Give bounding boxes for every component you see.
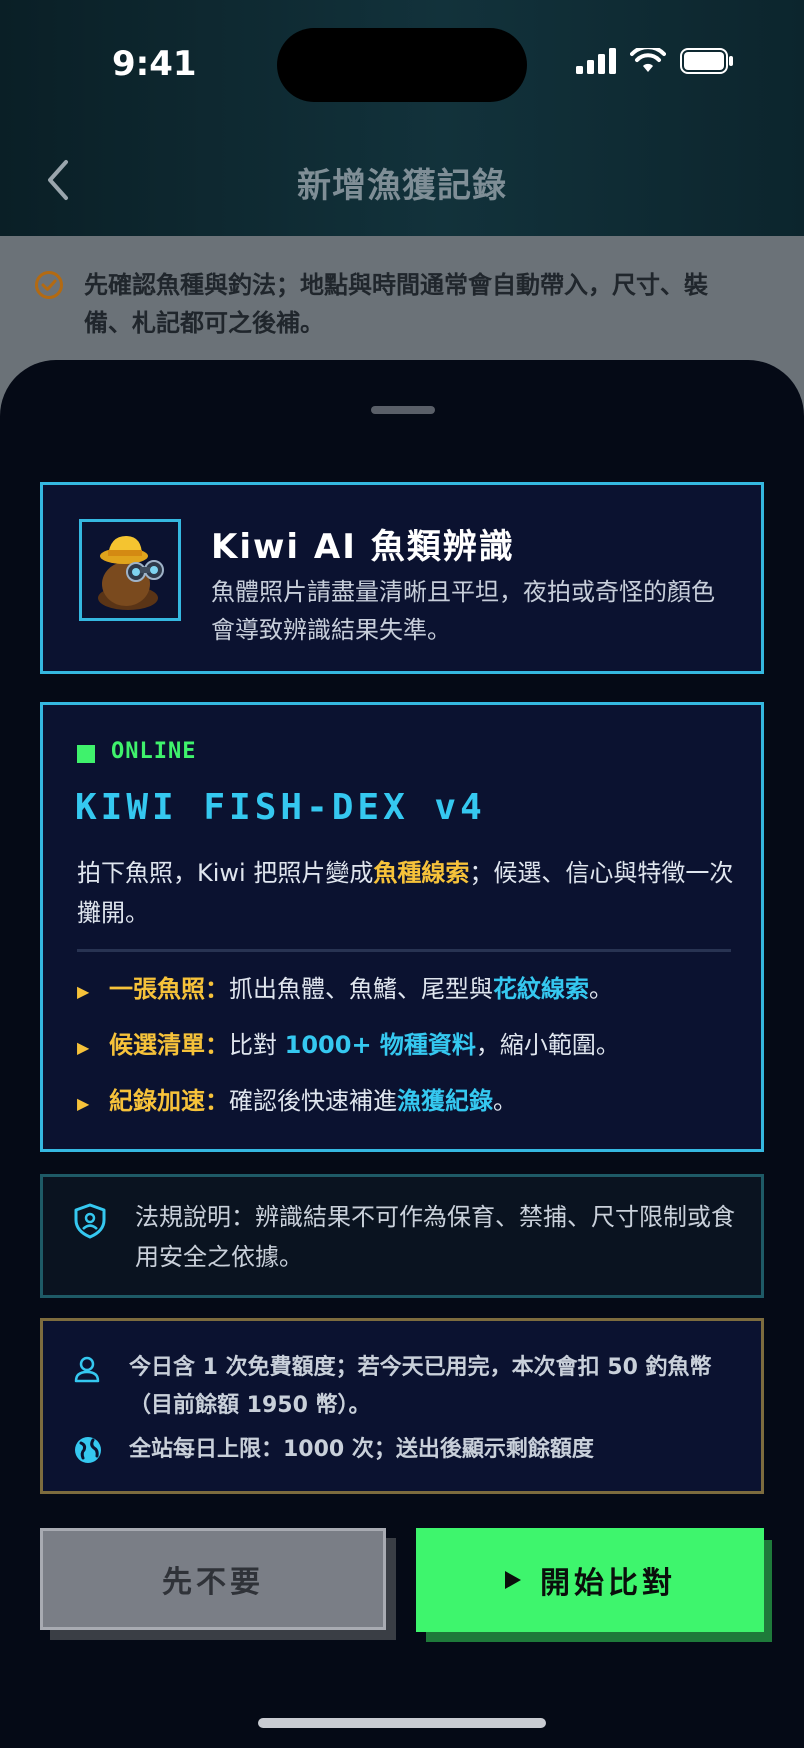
bullet-text: 抓出魚體、魚鰭、尾型與 <box>229 975 493 1003</box>
fish-dex-intro: 拍下魚照，Kiwi 把照片變成魚種線索；候選、信心與特徵一次攤開。 <box>77 853 737 933</box>
bullet-label: 一張魚照： <box>109 975 229 1003</box>
shield-icon <box>74 1203 106 1239</box>
ai-recognition-card: Kiwi AI 魚類辨識 魚體照片請盡量清晰且平坦，夜拍或奇怪的顏色會導致辨識結… <box>40 482 764 674</box>
user-icon <box>74 1356 100 1383</box>
quota-card: 今日含 1 次免費額度；若今天已用完，本次會扣 50 釣魚幣（目前餘額 1950… <box>40 1318 764 1494</box>
intro-text-a: 拍下魚照，Kiwi 把照片變成 <box>77 859 374 887</box>
bullet-label: 紀錄加速： <box>109 1087 229 1115</box>
online-status: ONLINE <box>111 739 197 764</box>
kiwi-binoculars-icon <box>98 536 164 610</box>
bullet-highlight: 花紋線索 <box>493 975 589 1003</box>
status-time: 9:41 <box>112 44 197 84</box>
bullet-text: 比對 <box>229 1031 285 1059</box>
bullet-text-end: 。 <box>589 975 613 1003</box>
triangle-bullet-icon: ▶ <box>77 982 90 1001</box>
play-icon <box>505 1571 521 1589</box>
ai-card-title: Kiwi AI 魚類辨識 <box>211 527 515 567</box>
feature-bullet: ▶ 一張魚照：抓出魚體、魚鰭、尾型與花紋線索。 <box>77 969 737 1012</box>
page-title: 新增漁獲記錄 <box>297 166 507 206</box>
status-icons <box>576 48 734 74</box>
start-compare-button[interactable]: 開始比對 <box>416 1528 764 1632</box>
bullet-label: 候選清單： <box>109 1031 229 1059</box>
legal-notice-text: 法規說明：辨識結果不可作為保育、禁捕、尺寸限制或食用安全之依據。 <box>135 1203 735 1271</box>
feature-bullet: ▶ 候選清單：比對 1000+ 物種資料，縮小範圍。 <box>77 1025 737 1068</box>
bullet-text: 確認後快速補進 <box>229 1087 397 1115</box>
bullet-text-end: ，縮小範圍。 <box>475 1031 620 1059</box>
check-circle-icon <box>35 271 63 299</box>
sheet-grabber[interactable] <box>371 406 435 414</box>
globe-icon <box>75 1437 101 1463</box>
bullet-highlight: 1000+ 物種資料 <box>284 1031 476 1059</box>
fish-dex-card: ONLINE KIWI FISH-DEX v4 拍下魚照，Kiwi 把照片變成魚… <box>40 702 764 1152</box>
quota-daily-limit-text: 全站每日上限：1000 次；送出後顯示剩餘額度 <box>129 1437 594 1462</box>
triangle-bullet-icon: ▶ <box>77 1038 90 1057</box>
cellular-signal-icon <box>576 48 616 74</box>
battery-icon <box>680 48 733 74</box>
ai-card-description: 魚體照片請盡量清晰且平坦，夜拍或奇怪的顏色會導致辨識結果失準。 <box>211 578 715 644</box>
kiwi-mascot-avatar <box>79 519 181 621</box>
bullet-text-end: 。 <box>493 1087 517 1115</box>
start-button-label: 開始比對 <box>540 1566 676 1601</box>
triangle-bullet-icon: ▶ <box>77 1094 90 1113</box>
fish-dex-title: KIWI FISH-DEX v4 <box>75 787 486 828</box>
home-indicator[interactable] <box>258 1718 546 1728</box>
cancel-button[interactable]: 先不要 <box>40 1528 386 1630</box>
online-indicator <box>77 745 95 763</box>
intro-highlight: 魚種線索 <box>373 859 470 887</box>
bullet-highlight: 漁獲紀錄 <box>397 1087 493 1115</box>
feature-bullet: ▶ 紀錄加速：確認後快速補進漁獲紀錄。 <box>77 1081 737 1124</box>
quota-free-text: 今日含 1 次免費額度；若今天已用完，本次會扣 50 釣魚幣（目前餘額 1950… <box>129 1355 712 1418</box>
dynamic-island <box>277 28 527 102</box>
legal-notice-card: 法規說明：辨識結果不可作為保育、禁捕、尺寸限制或食用安全之依據。 <box>40 1174 764 1298</box>
divider <box>77 949 731 952</box>
tip-text: 先確認魚種與釣法；地點與時間通常會自動帶入，尺寸、裝備、札記都可之後補。 <box>84 271 708 337</box>
wifi-icon <box>630 48 666 72</box>
